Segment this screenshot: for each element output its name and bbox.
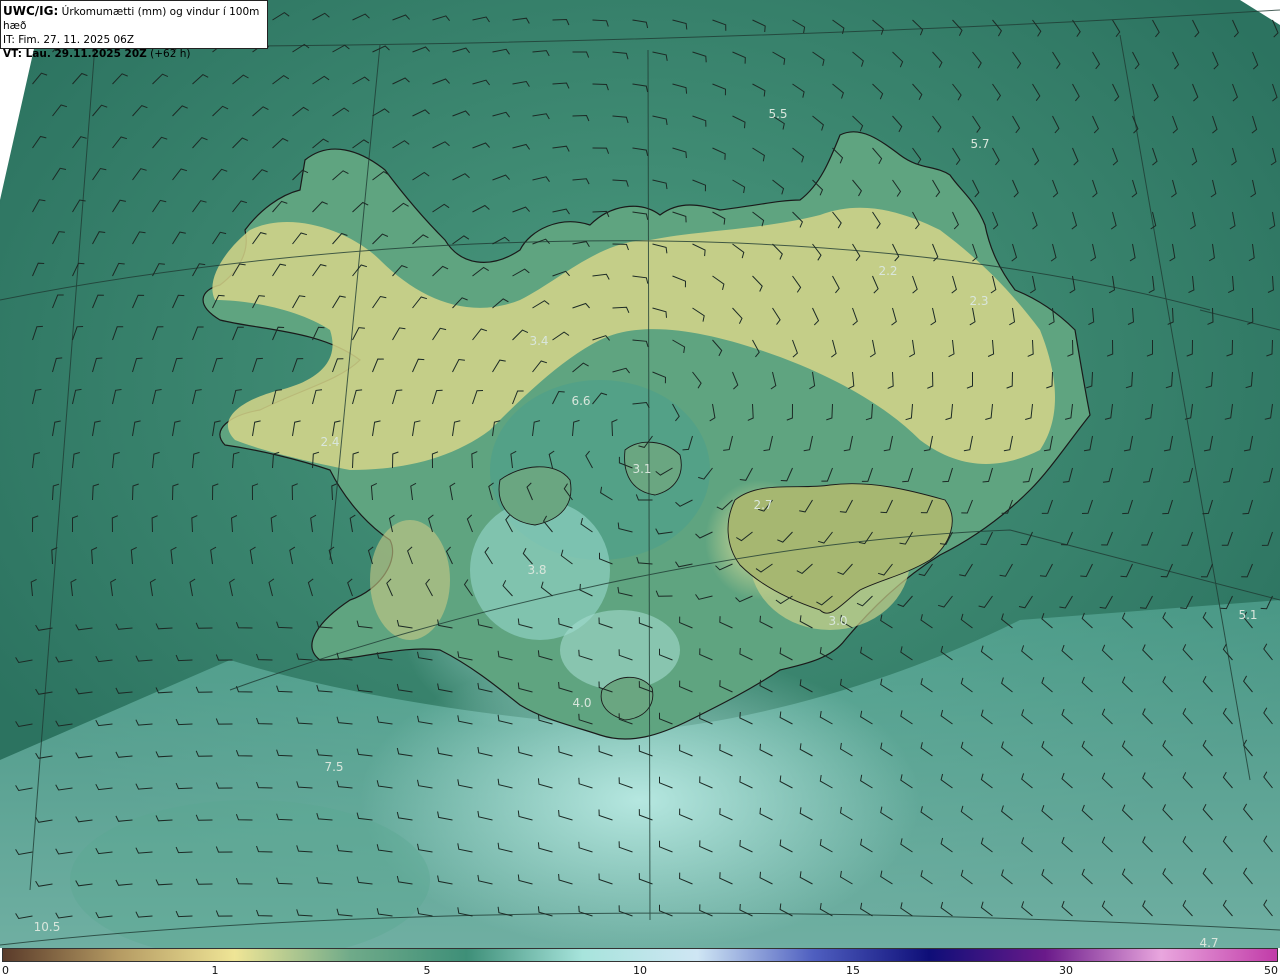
value-label: 7.5 (324, 760, 344, 774)
value-label: 2.7 (753, 498, 773, 512)
value-label: 2.3 (969, 294, 989, 308)
value-label: 3.0 (828, 614, 848, 628)
value-label: 2.2 (878, 264, 898, 278)
initial-time: IT: Fim. 27. 11. 2025 06Z (3, 34, 135, 46)
value-label: 3.8 (527, 563, 547, 577)
colorbar-tick: 1 (211, 964, 219, 977)
value-label: 10.5 (33, 920, 61, 934)
value-label: 5.7 (970, 137, 990, 151)
colorbar-tick: 15 (846, 964, 860, 977)
forecast-offset: (+62 h) (150, 48, 191, 60)
precipitation-map[interactable]: 5.5 5.7 2.2 2.3 2.4 3.4 6.6 3.1 2.7 3.8 … (0, 0, 1280, 948)
value-label: 5.5 (768, 107, 788, 121)
value-label: 3.4 (529, 334, 549, 348)
value-label: 3.1 (632, 462, 652, 476)
colorbar-strip (2, 948, 1278, 962)
colorbar-tick: 50 (1264, 964, 1278, 977)
model-label: UWC/IG: (3, 4, 59, 18)
value-label: 4.7 (1199, 936, 1219, 948)
colorbar-tick: 0 (2, 964, 9, 977)
value-label: 4.0 (572, 696, 592, 710)
colorbar-tick: 5 (423, 964, 431, 977)
value-label: 2.4 (320, 435, 340, 449)
colorbar: 0 1 5 10 15 30 50 (0, 948, 1280, 978)
value-label: 6.6 (571, 394, 591, 408)
info-box: UWC/IG: Úrkomumætti (mm) og vindur í 100… (0, 0, 268, 60)
valid-time: VT: Lau. 29.11.2025 20Z (3, 48, 147, 60)
colorbar-tick: 10 (633, 964, 647, 977)
value-label: 5.1 (1238, 608, 1258, 622)
colorbar-tick: 30 (1059, 964, 1073, 977)
